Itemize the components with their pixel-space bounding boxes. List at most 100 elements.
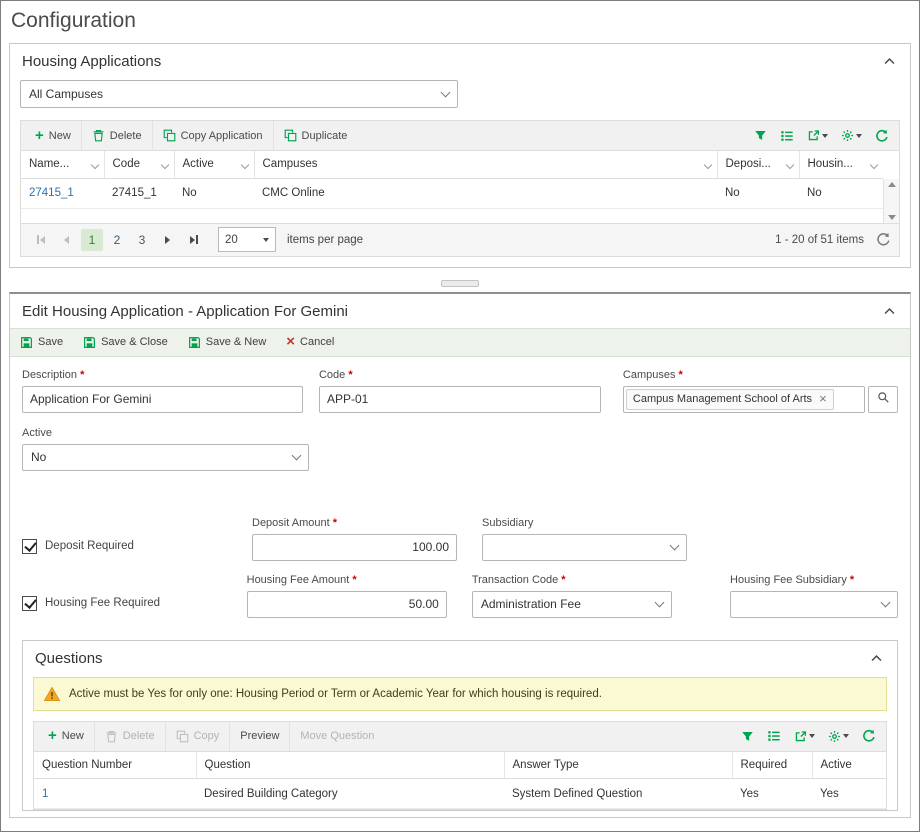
duplicate-button[interactable]: Duplicate [274,121,358,150]
edit-housing-application-panel: Edit Housing Application - Application F… [9,292,911,819]
page-size-select[interactable]: 20 [218,227,276,252]
active-label: Active [22,427,309,439]
chevron-down-icon[interactable] [240,161,248,169]
campuses-label: Campuses [623,369,898,381]
save-new-button[interactable]: Save & New [188,336,267,349]
table-row[interactable]: 1 Desired Building Category System Defin… [34,779,886,809]
caret-down-icon [856,134,862,138]
housing-fee-required-checkbox[interactable] [22,596,37,611]
refresh-icon[interactable] [862,729,876,743]
chevron-down-icon[interactable] [785,161,793,169]
cancel-button[interactable]: Cancel [286,336,334,348]
active-value: No [31,450,46,464]
fees-section: Deposit Required Deposit Amount Subsidia… [22,517,898,618]
column-header-campuses[interactable]: Campuses [254,151,717,178]
search-icon [877,391,890,407]
column-header-code[interactable]: Code [104,151,174,178]
cell-campuses: CMC Online [254,178,717,208]
chevron-down-icon[interactable] [90,161,98,169]
question-number-link[interactable]: 1 [42,788,48,800]
questions-toolbar-right [741,729,882,743]
code-input[interactable] [319,386,601,413]
remove-tag-icon[interactable] [819,394,827,404]
questions-copy-button[interactable]: Copy [166,722,231,751]
deposit-required-checkbox[interactable] [22,539,37,554]
new-button[interactable]: New [25,121,82,150]
housing-fee-amount-input[interactable] [247,591,447,618]
first-page-button[interactable] [29,228,52,251]
last-page-button[interactable] [182,228,205,251]
delete-button[interactable]: Delete [82,121,153,150]
housing-fee-amount-field: Housing Fee Amount [247,574,447,618]
cell-question: Desired Building Category [196,779,504,809]
chevron-down-icon[interactable] [160,161,168,169]
scroll-up-icon[interactable] [888,182,896,187]
questions-new-button[interactable]: New [38,722,95,751]
subsidiary-select[interactable] [482,534,687,561]
page-number-1[interactable]: 1 [81,229,103,251]
page-number-2[interactable]: 2 [106,229,128,251]
application-name-link[interactable]: 27415_1 [29,187,74,199]
save-button[interactable]: Save [20,336,63,349]
active-select[interactable]: No [22,444,309,471]
column-header-deposit[interactable]: Deposi... [717,151,799,178]
previous-page-button[interactable] [55,228,78,251]
preview-button[interactable]: Preview [230,722,290,751]
code-field: Code [319,369,601,413]
transaction-code-select[interactable]: Administration Fee [472,591,672,618]
questions-delete-button[interactable]: Delete [95,722,166,751]
grid-vertical-scrollbar[interactable] [883,179,899,223]
scroll-down-icon[interactable] [888,215,896,220]
column-header-housing[interactable]: Housin... [799,151,883,178]
splitter-handle[interactable] [441,280,479,287]
column-header-required[interactable]: Required [732,752,812,779]
column-header-answer-type[interactable]: Answer Type [504,752,732,779]
chevron-down-icon [655,598,665,608]
next-page-button[interactable] [156,228,179,251]
questions-copy-button-label: Copy [194,730,220,742]
caret-down-icon [263,238,269,242]
campus-filter-select[interactable]: All Campuses [20,80,458,108]
questions-warning-banner: Active must be Yes for only one: Housing… [33,677,887,711]
export-icon[interactable] [794,730,815,743]
questions-panel: Questions Active must be Yes for only on… [22,640,898,812]
gear-icon[interactable] [841,129,862,142]
housing-collapse-button[interactable] [881,53,898,70]
housing-fee-subsidiary-select[interactable] [730,591,898,618]
chevron-down-icon[interactable] [703,161,711,169]
table-row[interactable]: 27415_1 27415_1 No CMC Online No No [21,178,883,208]
transaction-code-field: Transaction Code Administration Fee [472,574,672,618]
column-header-active[interactable]: Active [174,151,254,178]
pager-refresh-icon[interactable] [876,232,891,247]
copy-application-button[interactable]: Copy Application [153,121,274,150]
campuses-taglist[interactable]: Campus Management School of Arts [623,386,865,413]
save-close-button[interactable]: Save & Close [83,336,168,349]
column-header-active[interactable]: Active [812,752,886,779]
deposit-row: Deposit Required Deposit Amount Subsidia… [22,517,898,561]
filter-icon[interactable] [754,129,767,142]
filter-icon[interactable] [741,730,754,743]
housing-applications-title: Housing Applications [22,53,161,70]
housing-grid-pager: 1 2 3 20 items per page 1 - 20 of 51 ite… [20,224,900,257]
deposit-amount-input[interactable] [252,534,457,561]
description-input[interactable] [22,386,303,413]
questions-collapse-button[interactable] [868,650,885,667]
column-chooser-icon[interactable] [767,729,781,743]
configuration-page: Configuration Housing Applications All C… [1,1,919,831]
move-question-button[interactable]: Move Question [290,722,384,751]
refresh-icon[interactable] [875,129,889,143]
page-number-3[interactable]: 3 [131,229,153,251]
column-header-question[interactable]: Question [196,752,504,779]
chevron-down-icon[interactable] [870,161,878,169]
gear-icon[interactable] [828,730,849,743]
cell-active: Yes [812,779,886,809]
export-icon[interactable] [807,129,828,142]
edit-collapse-button[interactable] [881,303,898,320]
column-header-question-number[interactable]: Question Number [34,752,196,779]
save-button-label: Save [38,336,63,348]
panel-splitter[interactable] [9,276,911,292]
questions-warning-text: Active must be Yes for only one: Housing… [69,688,602,700]
column-chooser-icon[interactable] [780,129,794,143]
column-header-name[interactable]: Name... [21,151,104,178]
campus-search-button[interactable] [868,386,898,413]
